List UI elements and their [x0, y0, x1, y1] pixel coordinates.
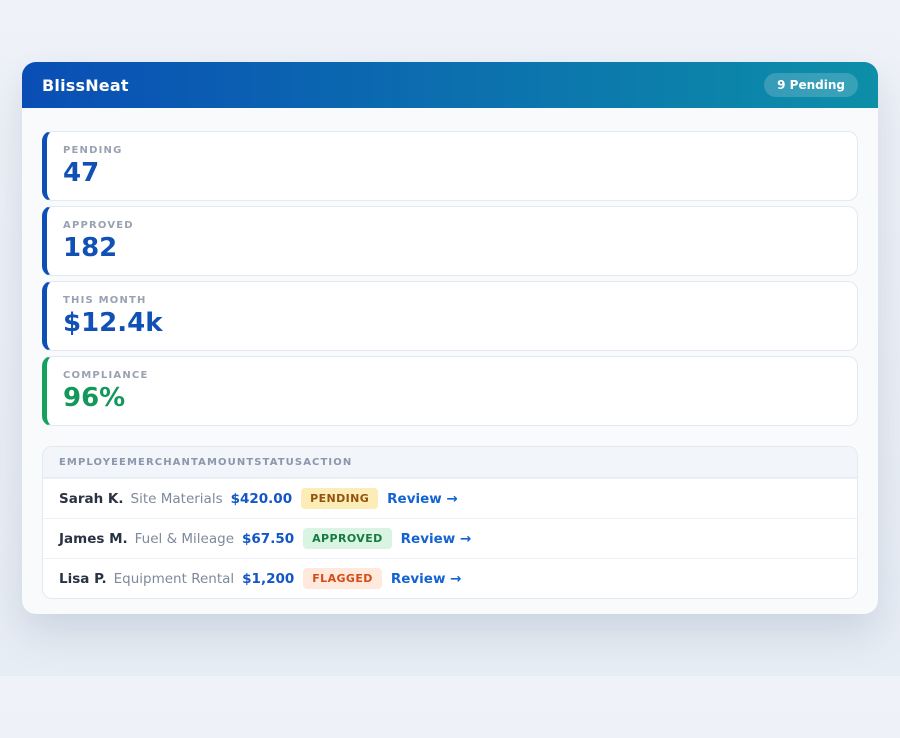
amount-value: $1,200 [242, 571, 294, 587]
employee-name: Sarah K. [59, 491, 124, 507]
stat-card-this-month: THIS MONTH $12.4k [42, 281, 858, 351]
status-badge: FLAGGED [303, 568, 382, 589]
column-header-amount: AMOUNT [198, 457, 254, 468]
column-header-merchant: MERCHANT [127, 457, 198, 468]
app-title: BlissNeat [42, 76, 129, 95]
merchant-name: Fuel & Mileage [135, 531, 234, 547]
amount-value: $67.50 [242, 531, 294, 547]
table-row: James M. Fuel & Mileage $67.50 APPROVED … [43, 518, 857, 558]
stat-label: APPROVED [63, 220, 841, 231]
employee-name: Lisa P. [59, 571, 107, 587]
pending-count-badge[interactable]: 9 Pending [764, 73, 858, 97]
app-header: BlissNeat 9 Pending [22, 62, 878, 108]
review-link[interactable]: Review → [401, 531, 472, 547]
card-body: PENDING 47 APPROVED 182 THIS MONTH $12.4… [22, 108, 878, 614]
stat-value: 96% [63, 384, 841, 413]
table-row: Sarah K. Site Materials $420.00 PENDING … [43, 478, 857, 518]
merchant-name: Equipment Rental [114, 571, 235, 587]
column-header-employee: EMPLOYEE [59, 457, 127, 468]
stat-card-pending: PENDING 47 [42, 131, 858, 201]
app-card: BlissNeat 9 Pending PENDING 47 APPROVED … [22, 62, 878, 614]
stat-card-approved: APPROVED 182 [42, 206, 858, 276]
stat-label: PENDING [63, 145, 841, 156]
stat-value: 182 [63, 234, 841, 263]
table-header-row: EMPLOYEEMERCHANTAMOUNTSTATUSACTION [43, 447, 857, 478]
status-badge: APPROVED [303, 528, 392, 549]
review-link[interactable]: Review → [387, 491, 458, 507]
review-link[interactable]: Review → [391, 571, 462, 587]
column-header-action: ACTION [303, 457, 352, 468]
stat-label: THIS MONTH [63, 295, 841, 306]
transactions-table: EMPLOYEEMERCHANTAMOUNTSTATUSACTION Sarah… [42, 446, 858, 599]
amount-value: $420.00 [231, 491, 293, 507]
stat-value: $12.4k [63, 309, 841, 338]
employee-name: James M. [59, 531, 128, 547]
status-badge: PENDING [301, 488, 378, 509]
merchant-name: Site Materials [131, 491, 223, 507]
stat-card-compliance: COMPLIANCE 96% [42, 356, 858, 426]
stat-value: 47 [63, 159, 841, 188]
table-row: Lisa P. Equipment Rental $1,200 FLAGGED … [43, 558, 857, 598]
column-header-status: STATUS [254, 457, 303, 468]
stat-label: COMPLIANCE [63, 370, 841, 381]
